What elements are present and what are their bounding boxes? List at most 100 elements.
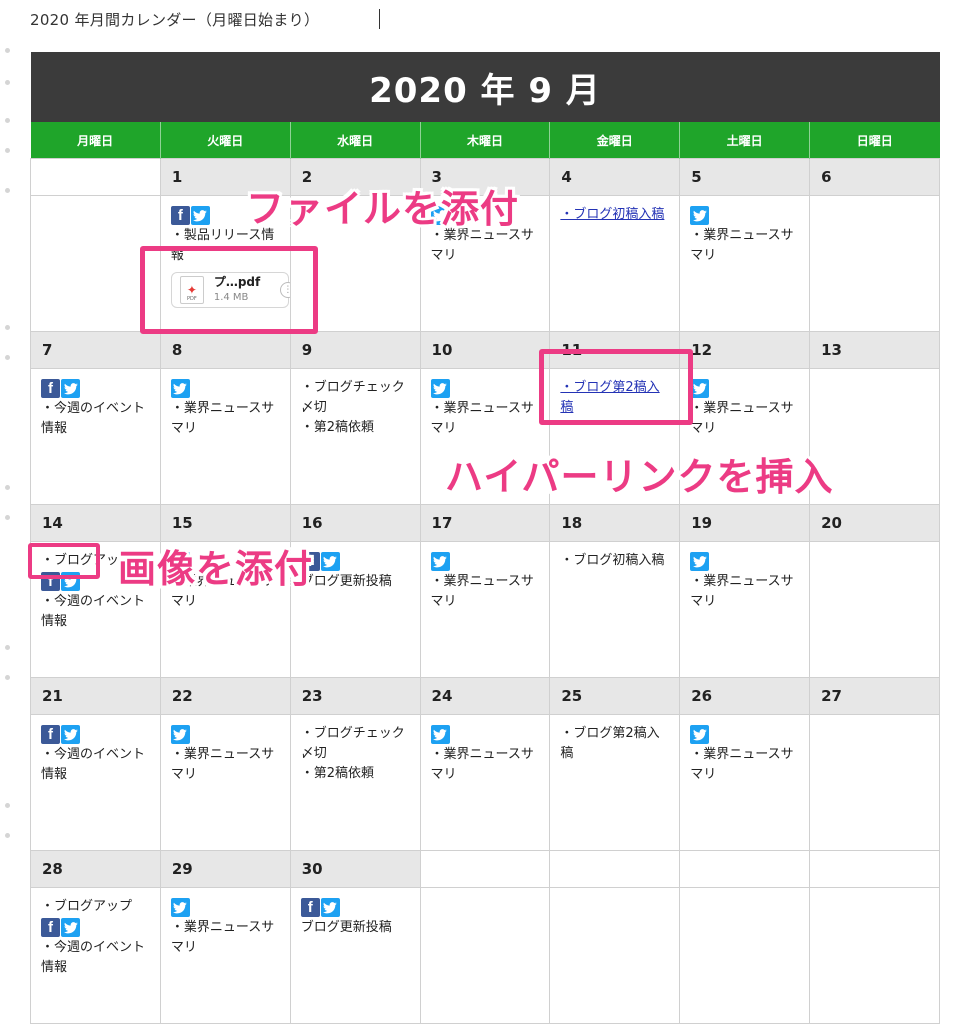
day-number-cell[interactable]: 15 — [159, 504, 291, 542]
day-content-cell[interactable]: ・ブログ初稿入稿 — [549, 195, 681, 332]
twitter-icon[interactable] — [430, 379, 450, 398]
day-number-cell[interactable]: 19 — [679, 504, 811, 542]
twitter-icon[interactable] — [690, 552, 710, 571]
day-number-cell[interactable]: 14 — [30, 504, 161, 542]
day-number-cell[interactable] — [679, 850, 811, 888]
day-number-cell[interactable] — [30, 158, 161, 196]
day-number-cell[interactable] — [549, 850, 681, 888]
facebook-icon[interactable]: f — [41, 725, 60, 744]
document-title[interactable]: 2020 年月間カレンダー（月曜日始まり） — [30, 9, 319, 30]
weekday-monday[interactable]: 月曜日 — [30, 122, 161, 159]
weekday-tuesday[interactable]: 火曜日 — [159, 122, 291, 159]
day-number-cell[interactable]: 17 — [419, 504, 551, 542]
drag-handle-dot[interactable] — [5, 645, 10, 650]
day-number-cell[interactable]: 23 — [289, 677, 421, 715]
day-content-cell[interactable]: ・業界ニュースサマリ — [159, 714, 291, 851]
day-number-cell[interactable]: 24 — [419, 677, 551, 715]
weekday-friday[interactable]: 金曜日 — [549, 122, 680, 159]
day-content-cell[interactable]: ・ブログ初稿入稿 — [549, 541, 681, 678]
day-number-cell[interactable]: 10 — [419, 331, 551, 369]
twitter-icon[interactable] — [61, 918, 80, 937]
day-content-cell[interactable]: ・業界ニュースサマリ — [419, 714, 551, 851]
day-number-cell[interactable]: 5 — [679, 158, 811, 196]
drag-handle-dot[interactable] — [5, 833, 10, 838]
weekday-saturday[interactable]: 土曜日 — [679, 122, 810, 159]
day-content-cell[interactable]: ・ブログ第2稿入稿 — [549, 714, 681, 851]
day-number-cell[interactable]: 12 — [679, 331, 811, 369]
day-number-cell[interactable]: 29 — [159, 850, 291, 888]
twitter-icon[interactable] — [61, 379, 80, 398]
weekday-thursday[interactable]: 木曜日 — [419, 122, 550, 159]
day-number-cell[interactable]: 4 — [549, 158, 681, 196]
weekday-wednesday[interactable]: 水曜日 — [289, 122, 421, 159]
day-content-cell[interactable]: ・業界ニュースサマリ — [679, 714, 811, 851]
drag-handle-dot[interactable] — [5, 675, 10, 680]
day-content-cell[interactable] — [809, 714, 940, 851]
day-content-cell[interactable]: f ・今週のイベント情報 — [30, 714, 161, 851]
drag-handle-dot[interactable] — [5, 48, 10, 53]
twitter-icon[interactable] — [190, 206, 210, 225]
day-content-cell[interactable]: ・ブログチェック〆切 ・第2稿依頼 — [289, 368, 421, 505]
event-text: ・業界ニュースサマリ — [690, 574, 794, 609]
day-content-cell[interactable]: ・業界ニュースサマリ — [679, 195, 811, 332]
day-number-cell[interactable]: 20 — [809, 504, 940, 542]
day-content-cell[interactable]: f ブログ更新投稿 — [289, 887, 421, 1024]
day-number-cell[interactable]: 13 — [809, 331, 940, 369]
day-content-cell[interactable] — [419, 887, 551, 1024]
day-number-cell[interactable]: 7 — [30, 331, 161, 369]
drag-handle-dot[interactable] — [5, 515, 10, 520]
day-number-cell[interactable]: 28 — [30, 850, 161, 888]
twitter-icon[interactable] — [170, 379, 190, 398]
event-hyperlink[interactable]: ・ブログ初稿入稿 — [560, 205, 671, 225]
drag-handle-dot[interactable] — [5, 118, 10, 123]
day-number-cell[interactable]: 25 — [549, 677, 681, 715]
weekday-sunday[interactable]: 日曜日 — [809, 122, 940, 159]
drag-handle-dot[interactable] — [5, 485, 10, 490]
twitter-icon[interactable] — [430, 725, 450, 744]
twitter-icon[interactable] — [320, 552, 340, 571]
twitter-icon[interactable] — [690, 379, 710, 398]
drag-handle-dot[interactable] — [5, 80, 10, 85]
day-number-cell[interactable]: 26 — [679, 677, 811, 715]
day-content-cell[interactable] — [809, 887, 940, 1024]
twitter-icon[interactable] — [61, 725, 80, 744]
day-content-cell[interactable] — [809, 195, 940, 332]
twitter-icon[interactable] — [320, 898, 340, 917]
day-content-cell[interactable]: ・業界ニュースサマリ — [419, 541, 551, 678]
drag-handle-dot[interactable] — [5, 188, 10, 193]
twitter-icon[interactable] — [430, 552, 450, 571]
day-number-cell[interactable]: 18 — [549, 504, 681, 542]
day-content-cell[interactable]: f ・今週のイベント情報 — [30, 368, 161, 505]
facebook-icon[interactable]: f — [41, 918, 60, 937]
facebook-icon[interactable]: f — [41, 379, 60, 398]
drag-handle-dot[interactable] — [5, 803, 10, 808]
day-content-cell[interactable]: ・ブログアップ f ・今週のイベント情報 — [30, 887, 161, 1024]
drag-handle-dot[interactable] — [5, 325, 10, 330]
day-content-cell[interactable]: ・ブログチェック〆切 ・第2稿依頼 — [289, 714, 421, 851]
day-number-cell[interactable]: 9 — [289, 331, 421, 369]
drag-handle-dot[interactable] — [5, 148, 10, 153]
twitter-icon[interactable] — [690, 725, 710, 744]
day-content-cell[interactable] — [679, 887, 811, 1024]
day-content-cell[interactable]: ・業界ニュースサマリ — [679, 541, 811, 678]
facebook-icon[interactable]: f — [300, 898, 320, 917]
drag-handle-dot[interactable] — [5, 355, 10, 360]
month-heading[interactable]: 2020 年 9 月 — [30, 52, 940, 122]
day-content-cell[interactable]: ・業界ニュースサマリ — [159, 887, 291, 1024]
twitter-icon[interactable] — [170, 898, 190, 917]
twitter-icon[interactable] — [170, 725, 190, 744]
day-number-cell[interactable]: 6 — [809, 158, 940, 196]
facebook-icon[interactable]: f — [170, 206, 190, 225]
day-number-cell[interactable]: 21 — [30, 677, 161, 715]
day-content-cell[interactable] — [809, 541, 940, 678]
day-number-cell[interactable]: 22 — [159, 677, 291, 715]
day-number-cell[interactable]: 27 — [809, 677, 940, 715]
day-number-cell[interactable] — [419, 850, 551, 888]
day-number-cell[interactable]: 8 — [159, 331, 291, 369]
twitter-icon[interactable] — [690, 206, 710, 225]
day-content-cell[interactable]: ・業界ニュースサマリ — [159, 368, 291, 505]
day-content-cell[interactable] — [549, 887, 681, 1024]
day-number-cell[interactable]: 30 — [289, 850, 421, 888]
day-number-cell[interactable] — [809, 850, 940, 888]
day-number-cell[interactable]: 16 — [289, 504, 421, 542]
